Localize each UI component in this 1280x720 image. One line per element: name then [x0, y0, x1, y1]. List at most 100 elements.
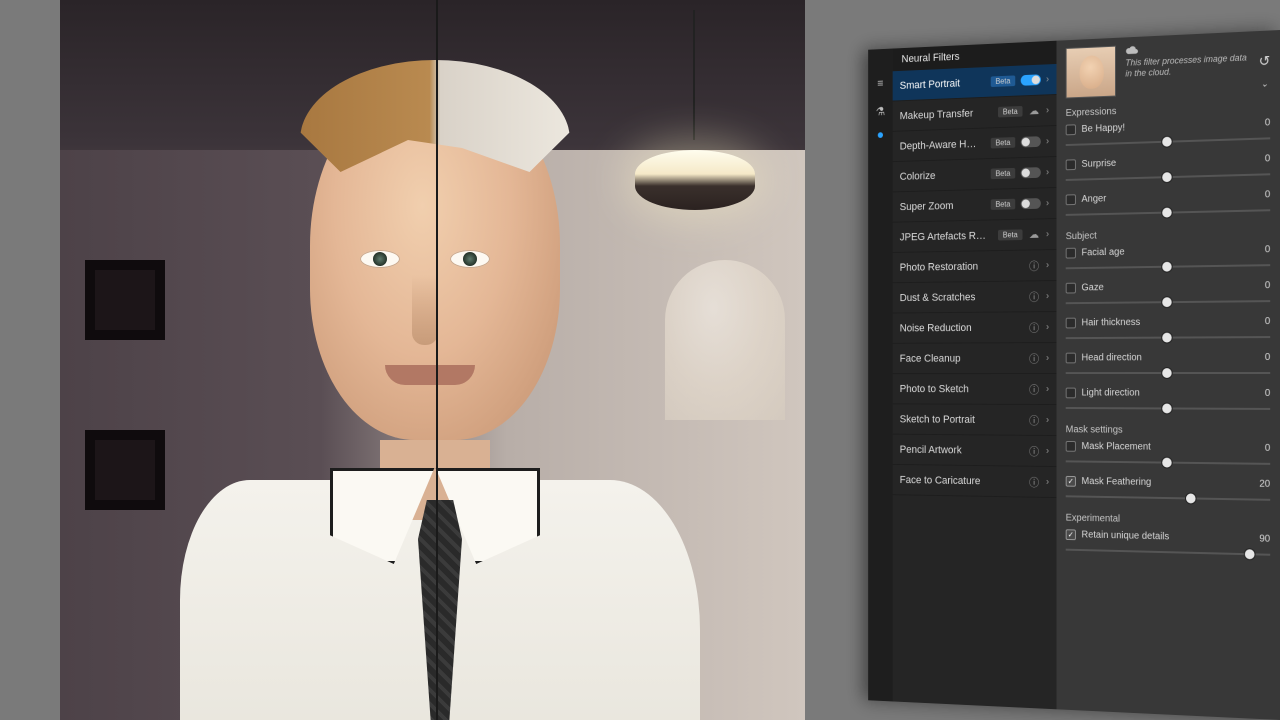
param-slider[interactable] — [1066, 258, 1270, 275]
chevron-right-icon: › — [1046, 167, 1049, 178]
param-value: 0 — [1265, 189, 1270, 200]
param-gaze: Gaze0 — [1066, 280, 1270, 310]
param-label: Hair thickness — [1081, 317, 1140, 328]
beta-badge: Beta — [998, 106, 1022, 118]
chevron-down-icon[interactable]: ⌄ — [1261, 78, 1268, 90]
param-checkbox[interactable] — [1066, 248, 1076, 259]
filter-toggle[interactable] — [1020, 198, 1040, 209]
beta-badge: Beta — [998, 229, 1022, 240]
info-icon[interactable]: ⓘ — [1028, 381, 1041, 396]
filter-label: Noise Reduction — [900, 321, 1028, 333]
section-title-mask: Mask settings — [1066, 424, 1270, 436]
filter-row-noise-reduction[interactable]: Noise Reductionⓘ› — [893, 312, 1057, 344]
param-checkbox[interactable] — [1066, 353, 1076, 364]
param-label: Retain unique details — [1081, 530, 1169, 543]
document-canvas[interactable] — [60, 0, 805, 720]
flask-icon[interactable]: ⚗ — [873, 104, 887, 120]
filter-label: Colorize — [900, 168, 991, 182]
sliders-icon[interactable]: ≡ — [873, 75, 887, 91]
param-checkbox[interactable]: ✓ — [1066, 476, 1076, 487]
filter-row-jpeg-artefacts-r[interactable]: JPEG Artefacts R…Beta☁› — [893, 219, 1057, 253]
param-slider[interactable] — [1066, 401, 1270, 416]
param-value: 0 — [1265, 280, 1270, 291]
param-mask-placement: Mask Placement0 — [1066, 441, 1270, 471]
filter-row-dust-scratches[interactable]: Dust & Scratchesⓘ› — [893, 281, 1057, 313]
filter-row-photo-restoration[interactable]: Photo Restorationⓘ› — [893, 250, 1057, 283]
panel-icon-strip: ≡ ⚗ — [868, 49, 893, 702]
filter-row-face-to-caricature[interactable]: Face to Caricatureⓘ› — [893, 465, 1057, 498]
filter-row-colorize[interactable]: ColorizeBeta› — [893, 157, 1057, 192]
filter-row-photo-to-sketch[interactable]: Photo to Sketchⓘ› — [893, 374, 1057, 405]
chevron-right-icon: › — [1046, 291, 1049, 302]
info-icon[interactable]: ⓘ — [1028, 412, 1041, 428]
cloud-download-icon[interactable]: ☁ — [1028, 228, 1041, 241]
filter-row-pencil-artwork[interactable]: Pencil Artworkⓘ › — [893, 435, 1057, 467]
chevron-right-icon: › — [1046, 229, 1049, 240]
section-title-expressions: Expressions — [1066, 100, 1270, 118]
param-slider[interactable] — [1066, 455, 1270, 471]
param-slider[interactable] — [1066, 489, 1270, 506]
param-checkbox[interactable] — [1066, 283, 1076, 294]
param-checkbox[interactable] — [1066, 124, 1076, 135]
filter-row-face-cleanup[interactable]: Face Cleanupⓘ› — [893, 343, 1057, 374]
cloud-processing-note: This filter processes image data in the … — [1125, 39, 1249, 80]
chevron-right-icon: › — [1046, 477, 1049, 488]
param-value: 0 — [1265, 352, 1270, 363]
beta-badge: Beta — [991, 199, 1015, 210]
param-label: Be Happy! — [1081, 123, 1125, 135]
param-checkbox[interactable] — [1066, 388, 1076, 399]
param-checkbox[interactable] — [1066, 441, 1076, 452]
section-title-experimental: Experimental — [1066, 513, 1270, 528]
param-checkbox[interactable]: ✓ — [1066, 529, 1076, 540]
info-icon[interactable]: ⓘ — [1028, 350, 1041, 365]
cloud-icon — [1125, 45, 1138, 55]
param-light-direction: Light direction0 — [1066, 388, 1270, 416]
beta-badge: Beta — [991, 75, 1015, 87]
param-slider[interactable] — [1066, 167, 1270, 186]
neural-filters-panel: ≡ ⚗ Neural Filters Smart PortraitBeta›Ma… — [868, 30, 1280, 720]
info-icon[interactable]: ⓘ — [1028, 474, 1041, 490]
param-slider[interactable] — [1066, 366, 1270, 380]
param-mask-feathering: ✓Mask Feathering20 — [1066, 476, 1270, 507]
param-value: 0 — [1265, 316, 1270, 327]
param-retain-unique-details: ✓Retain unique details90 — [1066, 529, 1270, 561]
filter-label: Face Cleanup — [900, 352, 1028, 364]
filter-toggle[interactable] — [1020, 167, 1040, 178]
info-icon[interactable]: ⓘ — [1028, 443, 1041, 459]
reset-icon[interactable]: ↺ — [1259, 38, 1270, 69]
filter-toggle[interactable] — [1020, 136, 1040, 147]
info-icon[interactable]: ⓘ — [1028, 258, 1041, 274]
filter-label: Sketch to Portrait — [900, 413, 1028, 425]
param-facial-age: Facial age0 — [1066, 244, 1270, 275]
info-icon[interactable]: ⓘ — [1028, 319, 1041, 335]
param-label: Surprise — [1081, 158, 1116, 170]
filter-row-depth-aware-h[interactable]: Depth-Aware H…Beta› — [893, 126, 1057, 162]
param-slider[interactable] — [1066, 294, 1270, 310]
chevron-right-icon: › — [1046, 384, 1049, 395]
info-icon[interactable]: ⓘ — [1028, 288, 1041, 304]
param-slider[interactable] — [1066, 203, 1270, 221]
filter-label: Pencil Artwork — [900, 444, 1028, 457]
before-after-divider[interactable] — [436, 0, 438, 720]
param-slider[interactable] — [1066, 330, 1270, 345]
chevron-right-icon: › — [1046, 105, 1049, 116]
filter-toggle[interactable] — [1020, 74, 1040, 85]
param-label: Facial age — [1081, 247, 1124, 258]
param-checkbox[interactable] — [1066, 194, 1076, 205]
param-checkbox[interactable] — [1066, 318, 1076, 329]
param-slider[interactable] — [1066, 131, 1270, 152]
chevron-right-icon: › — [1046, 446, 1049, 457]
face-thumbnail[interactable] — [1066, 46, 1116, 99]
param-slider[interactable] — [1066, 543, 1270, 562]
param-checkbox[interactable] — [1066, 159, 1076, 170]
filter-row-sketch-to-portrait[interactable]: Sketch to Portraitⓘ› — [893, 404, 1057, 436]
param-label: Anger — [1081, 193, 1106, 204]
param-be-happy: Be Happy!0 — [1066, 117, 1270, 151]
param-label: Mask Feathering — [1081, 476, 1151, 488]
param-anger: Anger 0 — [1066, 189, 1270, 221]
cloud-download-icon[interactable]: ☁ — [1028, 104, 1041, 117]
filter-label: Makeup Transfer — [900, 106, 998, 121]
filter-row-super-zoom[interactable]: Super ZoomBeta› — [893, 188, 1057, 223]
section-title-subject: Subject — [1066, 227, 1270, 242]
filter-label: Super Zoom — [900, 199, 991, 213]
